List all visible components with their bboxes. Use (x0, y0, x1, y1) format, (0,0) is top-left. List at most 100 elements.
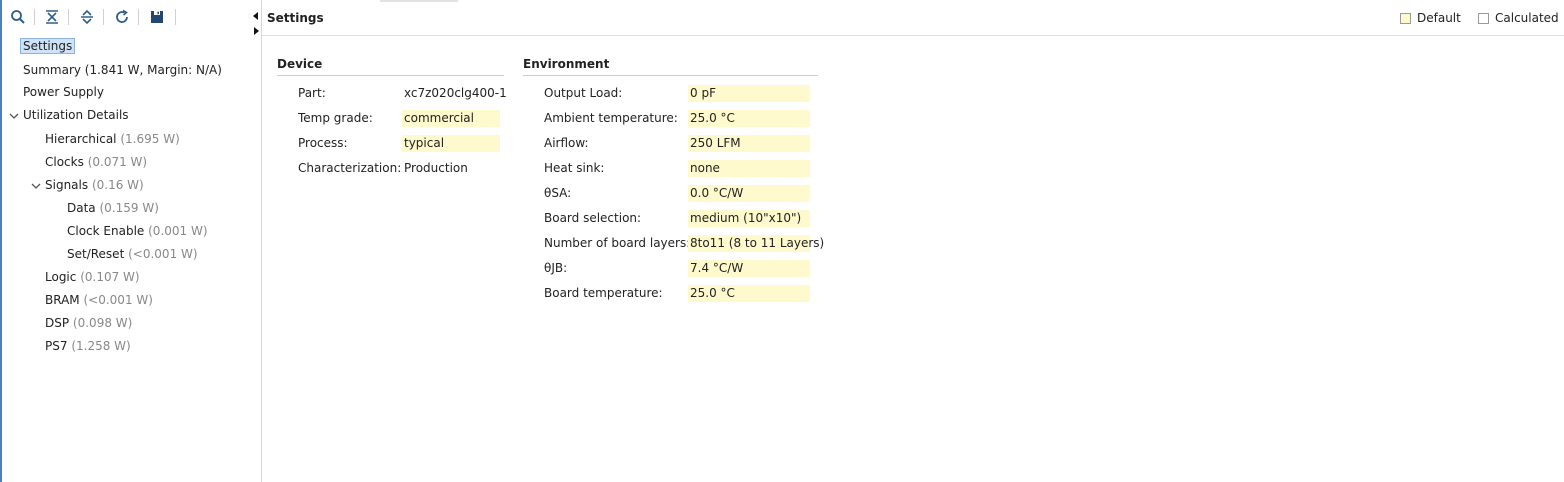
tree-item-hierarchical[interactable]: Hierarchical (1.695 W) (45, 129, 180, 149)
chevron-down-icon[interactable] (30, 179, 42, 193)
environment-section-title: Environment (523, 57, 610, 71)
search-icon (11, 10, 25, 24)
tree-item-label: Set/Reset (67, 247, 125, 261)
theta-sa-value[interactable]: 0.0 °C/W (688, 185, 810, 202)
tree-item-label: Clock Enable (67, 224, 145, 238)
tree-toolbar (2, 0, 261, 34)
page-title: Settings (267, 11, 324, 25)
characterization-label: Characterization: (298, 161, 402, 175)
tree-item-label: Data (67, 201, 96, 215)
power-report-window: Settings Summary (1.841 W, Margin: N/A) … (0, 0, 1564, 482)
legend-default-label: Default (1417, 11, 1461, 25)
theta-sa-label: θSA: (544, 186, 572, 200)
tree-item-label: Utilization Details (23, 108, 129, 122)
part-value: xc7z020clg400-1 (404, 86, 507, 100)
toolbar-separator (68, 9, 69, 25)
environment-section-divider (523, 75, 818, 76)
airflow-label: Airflow: (544, 136, 589, 150)
tree-item-label: PS7 (45, 339, 68, 353)
tree-item-settings[interactable]: Settings (20, 36, 76, 56)
process-label: Process: (298, 136, 348, 150)
ambient-temperature-label: Ambient temperature: (544, 111, 678, 125)
tree-item-power: (0.107 W) (80, 270, 140, 284)
tree-item-logic[interactable]: Logic (0.107 W) (45, 267, 140, 287)
board-layers-value[interactable]: 8to11 (8 to 11 Layers) (688, 235, 824, 252)
tree-item-dsp[interactable]: DSP (0.098 W) (45, 313, 132, 333)
tree-item-label: Signals (45, 178, 89, 192)
output-load-label: Output Load: (544, 86, 623, 100)
default-swatch (1400, 12, 1411, 24)
settings-panel: Settings Default Calculated Device Part:… (262, 0, 1564, 482)
tree-item-bram[interactable]: BRAM (<0.001 W) (45, 290, 153, 310)
process-value[interactable]: typical (402, 135, 500, 152)
tree-item-clock-enable[interactable]: Clock Enable (0.001 W) (67, 221, 208, 241)
tree-item-utilization-details[interactable]: Utilization Details (23, 105, 129, 125)
pane-collapse-control[interactable] (253, 12, 261, 38)
tree-item-power: (<0.001 W) (128, 247, 198, 261)
tree-item-power: (<0.001 W) (83, 293, 153, 307)
collapse-all-icon (46, 10, 58, 24)
navigation-pane: Settings Summary (1.841 W, Margin: N/A) … (2, 0, 262, 482)
heat-sink-label: Heat sink: (544, 161, 605, 175)
board-selection-label: Board selection: (544, 211, 642, 225)
theta-jb-value[interactable]: 7.4 °C/W (688, 260, 810, 277)
legend-calculated: Calculated (1478, 11, 1559, 25)
tree-item-clocks[interactable]: Clocks (0.071 W) (45, 152, 147, 172)
tree-item-signals[interactable]: Signals (0.16 W) (45, 175, 144, 195)
tree-item-label: BRAM (45, 293, 80, 307)
toolbar-separator (103, 9, 104, 25)
tree-item-power-supply[interactable]: Power Supply (23, 82, 104, 102)
output-load-value[interactable]: 0 pF (688, 85, 810, 102)
refresh-icon (116, 9, 128, 23)
tree-item-label: DSP (45, 316, 70, 330)
board-selection-value[interactable]: medium (10"x10") (688, 210, 810, 227)
device-section-title: Device (277, 57, 323, 71)
tree-item-set-reset[interactable]: Set/Reset (<0.001 W) (67, 244, 198, 264)
tree-item-label: Settings (20, 38, 76, 54)
characterization-value: Production (404, 161, 468, 175)
ambient-temperature-value[interactable]: 25.0 °C (688, 110, 810, 127)
expand-all-button[interactable] (76, 6, 98, 28)
tree-item-label: Hierarchical (45, 132, 117, 146)
theta-jb-label: θJB: (544, 261, 568, 275)
chevron-down-icon[interactable] (8, 109, 20, 123)
tree-item-label: Clocks (45, 155, 84, 169)
tree-item-data[interactable]: Data (0.159 W) (67, 198, 159, 218)
expand-all-icon (81, 9, 93, 25)
tree-item-power: (1.258 W) (71, 339, 131, 353)
toolbar-separator (175, 9, 176, 25)
collapse-left-icon (253, 12, 258, 20)
tree-item-label: Logic (45, 270, 77, 284)
panel-header: Settings Default Calculated (262, 0, 1564, 36)
tree-item-power: (0.16 W) (91, 178, 144, 192)
tree-item-power: (1.695 W) (120, 132, 180, 146)
legend-default: Default (1400, 11, 1461, 25)
temp-grade-value[interactable]: commercial (402, 110, 500, 127)
heat-sink-value[interactable]: none (688, 160, 810, 177)
tree-item-power: (0.001 W) (148, 224, 208, 238)
temp-grade-label: Temp grade: (298, 111, 373, 125)
tree-item-power: (0.098 W) (72, 316, 133, 330)
save-button[interactable] (146, 6, 168, 28)
expand-right-icon (254, 27, 259, 35)
tree-item-power: (0.071 W) (87, 155, 148, 169)
tree-item-power: (0.159 W) (99, 201, 159, 215)
board-temperature-label: Board temperature: (544, 286, 663, 300)
search-button[interactable] (7, 6, 29, 28)
toolbar-separator (34, 9, 35, 25)
part-label: Part: (298, 86, 326, 100)
board-layers-label: Number of board layers: (544, 236, 691, 250)
airflow-value[interactable]: 250 LFM (688, 135, 810, 152)
save-icon (151, 11, 163, 23)
tree-item-summary[interactable]: Summary (1.841 W, Margin: N/A) (23, 60, 222, 80)
calculated-swatch (1478, 12, 1489, 24)
board-temperature-value[interactable]: 25.0 °C (688, 285, 810, 302)
refresh-button[interactable] (111, 6, 133, 28)
tree-item-label: Summary (1.841 W, Margin: N/A) (23, 63, 222, 77)
tree-item-ps7[interactable]: PS7 (1.258 W) (45, 336, 131, 356)
collapse-all-button[interactable] (41, 6, 63, 28)
toolbar-separator (138, 9, 139, 25)
legend-calculated-label: Calculated (1495, 11, 1559, 25)
tree-item-label: Power Supply (23, 85, 104, 99)
device-section-divider (277, 75, 504, 76)
